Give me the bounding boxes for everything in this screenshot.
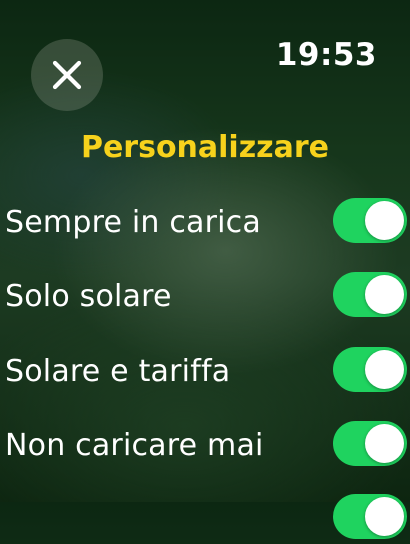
option-toggle[interactable] bbox=[333, 198, 407, 243]
toggle-knob bbox=[365, 497, 404, 536]
toggle-knob bbox=[365, 350, 404, 389]
toggle-knob bbox=[365, 424, 404, 463]
toggle-knob bbox=[365, 275, 404, 314]
option-toggle[interactable] bbox=[333, 347, 407, 392]
option-toggle[interactable] bbox=[333, 421, 407, 466]
option-row-sempre-in-carica[interactable]: Sempre in carica bbox=[0, 198, 410, 248]
close-icon bbox=[52, 60, 82, 90]
option-label: Non caricare mai bbox=[5, 428, 264, 463]
option-row-solo-solare[interactable]: Solo solare bbox=[0, 272, 410, 322]
option-row-non-caricare-mai[interactable]: Non caricare mai bbox=[0, 421, 410, 471]
option-toggle[interactable] bbox=[333, 272, 407, 317]
option-label: Sempre in carica bbox=[5, 205, 261, 240]
clock-time: 19:53 bbox=[275, 37, 377, 73]
option-label: Solare e tariffa bbox=[5, 354, 231, 389]
option-toggle[interactable] bbox=[333, 494, 407, 539]
page-title: Personalizzare bbox=[80, 130, 330, 165]
option-label: Solo solare bbox=[5, 279, 172, 314]
close-button[interactable] bbox=[31, 39, 103, 111]
toggle-knob bbox=[365, 201, 404, 240]
option-row-solare-e-tariffa[interactable]: Solare e tariffa bbox=[0, 347, 410, 397]
